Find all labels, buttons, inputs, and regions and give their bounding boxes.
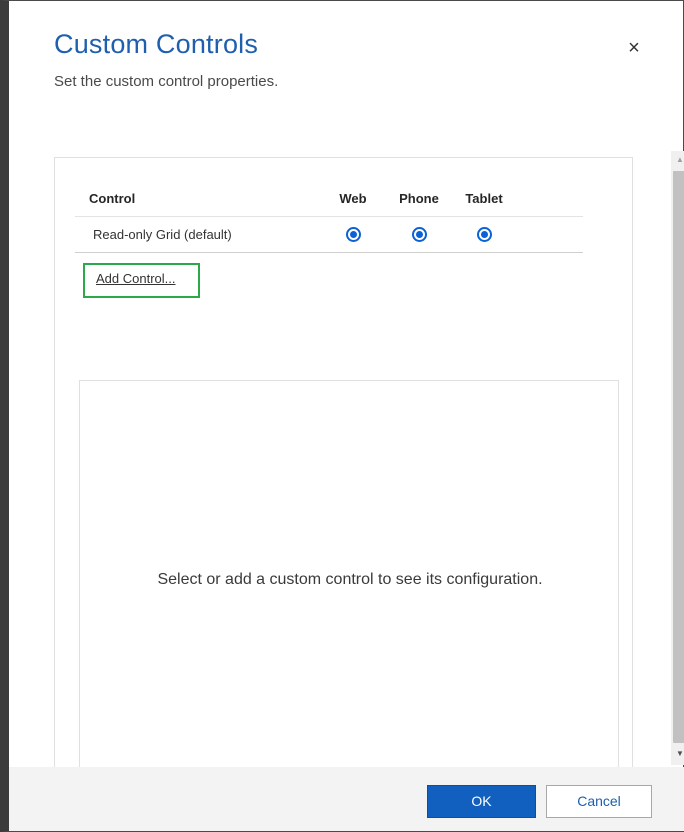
- dialog-footer: OK Cancel: [9, 767, 684, 831]
- tablet-cell: [453, 216, 515, 253]
- content-panel: Control Web Phone Tablet Read-only Grid …: [54, 157, 633, 768]
- configuration-placeholder-text: Select or add a custom control to see it…: [157, 571, 543, 588]
- column-spacer: [515, 182, 583, 217]
- phone-cell: [385, 216, 453, 253]
- configuration-panel: Select or add a custom control to see it…: [79, 380, 619, 768]
- column-header-control: Control: [75, 182, 321, 217]
- vertical-scrollbar[interactable]: ▲ ▼: [671, 151, 684, 765]
- dialog-title: Custom Controls: [54, 29, 259, 59]
- scroll-up-arrow-icon[interactable]: ▲: [671, 151, 684, 169]
- control-name-cell: Read-only Grid (default): [75, 216, 321, 253]
- close-icon[interactable]: ×: [623, 37, 645, 59]
- phone-radio-button[interactable]: [411, 227, 427, 243]
- row-spacer: [515, 216, 583, 253]
- table-row[interactable]: Read-only Grid (default): [75, 216, 583, 253]
- column-header-tablet: Tablet: [453, 182, 515, 217]
- web-radio-button[interactable]: [345, 227, 361, 243]
- column-header-phone: Phone: [385, 182, 453, 217]
- tablet-radio-button[interactable]: [476, 227, 492, 243]
- web-cell: [321, 216, 385, 253]
- controls-table: Control Web Phone Tablet Read-only Grid …: [75, 182, 583, 253]
- add-control-highlight: Add Control...: [83, 263, 200, 298]
- ok-button[interactable]: OK: [427, 785, 536, 818]
- column-header-web: Web: [321, 182, 385, 217]
- scroll-down-arrow-icon[interactable]: ▼: [671, 745, 684, 763]
- dialog-subtitle: Set the custom control properties.: [54, 73, 279, 90]
- scrollbar-thumb[interactable]: [673, 171, 684, 743]
- table-header-row: Control Web Phone Tablet: [75, 182, 583, 217]
- custom-controls-dialog: Custom Controls Set the custom control p…: [0, 0, 684, 832]
- cancel-button[interactable]: Cancel: [546, 785, 652, 818]
- add-control-link[interactable]: Add Control...: [96, 271, 176, 286]
